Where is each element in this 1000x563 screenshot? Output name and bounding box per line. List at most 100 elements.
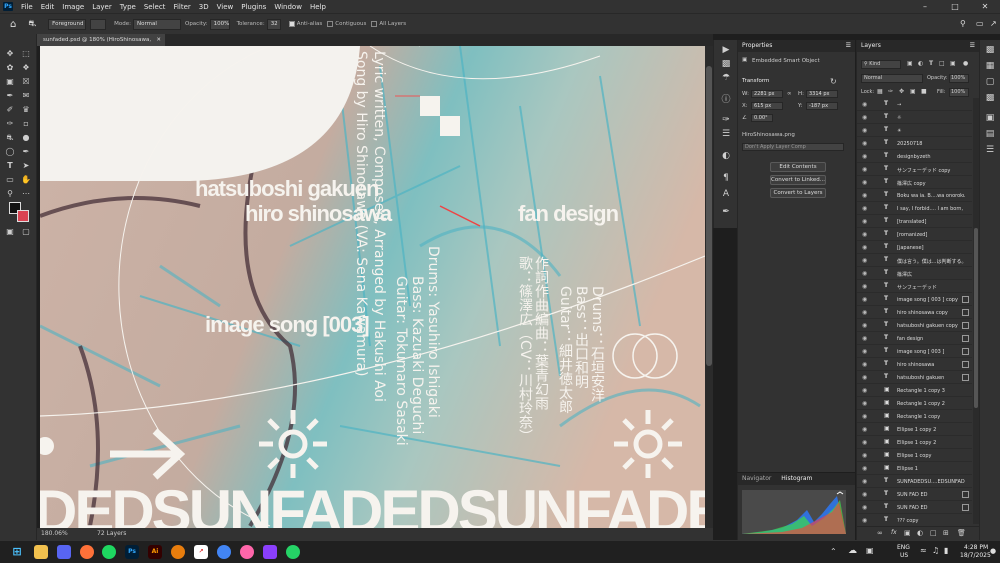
filter-shape-icon[interactable]: □ [939, 60, 945, 67]
volume-icon[interactable]: ♫ [932, 546, 939, 555]
layer-effects-icon[interactable] [962, 296, 969, 303]
minimize-icon[interactable]: – [910, 0, 940, 13]
layer-row[interactable]: ◉ T [translated] [857, 215, 972, 228]
layer-effects-icon[interactable] [962, 322, 969, 329]
layer-row[interactable]: ◉ Timage song [ 003 ] [857, 345, 972, 358]
layer-name[interactable]: Boku wa ia. B....wa onoroku. B [897, 193, 965, 199]
layer-name[interactable]: 僕は言う。僕は...は判断する。 [897, 258, 965, 265]
paint-bucket-icon[interactable]: ⛐ [28, 19, 36, 30]
canvas-vertical-scrollbar[interactable] [705, 46, 713, 528]
reset-transform-icon[interactable]: ↻ [830, 77, 837, 86]
visibility-eye-icon[interactable]: ◉ [862, 504, 867, 511]
menu-view[interactable]: View [213, 3, 238, 11]
visibility-eye-icon[interactable]: ◉ [862, 491, 867, 498]
layer-row[interactable]: ◉ T 20250718 [857, 137, 972, 150]
fill-input[interactable]: 100% [949, 88, 969, 97]
home-icon[interactable]: ⌂ [10, 19, 16, 30]
visibility-eye-icon[interactable]: ◉ [862, 452, 867, 459]
layer-effects-icon[interactable] [962, 374, 969, 381]
layer-row[interactable]: ◉ ▣ Rectangle 1 copy 3 [857, 384, 972, 397]
layer-row[interactable]: ◉ ▣ Ellipse 1 copy [857, 449, 972, 462]
layer-row[interactable]: ◉ T 篠澤広 [857, 267, 972, 280]
path-select-tool-icon[interactable]: ➤ [20, 160, 32, 172]
layer-name[interactable]: 篠澤広 [897, 271, 965, 278]
filter-pixel-icon[interactable]: ▣ [907, 60, 913, 67]
layer-row[interactable]: ◉ T SUN FAD ED [857, 501, 972, 514]
pen-tool-icon[interactable]: ✒ [20, 146, 32, 158]
glyphs-icon[interactable]: ✒ [720, 206, 732, 218]
layer-name[interactable]: hiro shinosawa [897, 362, 965, 368]
layer-row[interactable]: ◉ Tfan design [857, 332, 972, 345]
layer-row[interactable]: ◉ T SUN FAD ED [857, 488, 972, 501]
visibility-eye-icon[interactable]: ◉ [862, 322, 867, 329]
layer-row[interactable]: ◉ Thiro shinosawa copy [857, 306, 972, 319]
healing-tool-icon[interactable]: ✉ [20, 90, 32, 102]
layer-row[interactable]: ◉ T 篠澤広 copy [857, 176, 972, 189]
windows-start-icon[interactable]: ⊞ [10, 545, 24, 559]
layer-effects-icon[interactable] [962, 335, 969, 342]
visibility-eye-icon[interactable]: ◉ [862, 192, 867, 199]
layer-name[interactable]: → [897, 102, 965, 108]
history-panel-icon[interactable]: ☰ [984, 144, 996, 156]
layer-name[interactable]: SUN FAD ED [897, 492, 965, 498]
lock-pixels-icon[interactable]: ▦ [877, 88, 883, 95]
layer-style-icon[interactable]: fx [891, 529, 897, 536]
layer-name[interactable]: Ellipse 1 copy 2 [897, 427, 965, 433]
share-icon[interactable]: ↗ [990, 19, 997, 28]
visibility-eye-icon[interactable]: ◉ [862, 114, 867, 121]
filter-toggle-icon[interactable]: ● [963, 60, 968, 67]
eyedropper-tool-icon[interactable]: ✒ [4, 90, 16, 102]
firefox-icon[interactable] [80, 545, 94, 559]
plugin-icon[interactable]: ☂ [720, 72, 732, 84]
osu-icon[interactable] [240, 545, 254, 559]
layers-menu-icon[interactable]: ☰ [970, 40, 975, 52]
document-canvas[interactable]: hatsuboshi gakuen hiro shinosawa fan des… [40, 46, 705, 528]
type-tool-icon[interactable]: T [4, 160, 16, 172]
layer-row[interactable]: ◉ ▣ Ellipse 1 copy 2 [857, 423, 972, 436]
layers-scroll-thumb[interactable] [974, 228, 978, 408]
visibility-eye-icon[interactable]: ◉ [862, 179, 867, 186]
brush-tool-icon[interactable]: ✐ [4, 104, 16, 116]
visibility-eye-icon[interactable]: ◉ [862, 218, 867, 225]
color-panel-icon[interactable]: ▩ [984, 44, 996, 56]
layer-name[interactable]: [romanized] [897, 232, 965, 238]
opacity-input[interactable]: 100% [209, 18, 230, 30]
visibility-eye-icon[interactable]: ◉ [862, 426, 867, 433]
phone-link-icon[interactable]: ▣ [866, 546, 874, 555]
link-layers-icon[interactable]: ∞ [877, 529, 883, 537]
layer-name[interactable]: ☀ [897, 128, 965, 134]
visibility-eye-icon[interactable]: ◉ [862, 270, 867, 277]
all-layers-checkbox[interactable] [371, 21, 378, 27]
gradients-panel-icon[interactable]: ▢ [984, 76, 996, 88]
layer-row[interactable]: ◉ T SUNFADEDSU....EDSUNFADED [857, 475, 972, 488]
layers-tab[interactable]: Layers ☰ [857, 40, 979, 52]
layer-name[interactable]: SUN FAD ED [897, 505, 965, 511]
visibility-eye-icon[interactable]: ◉ [862, 153, 867, 160]
layer-name[interactable]: Ellipse 1 copy [897, 453, 965, 459]
layer-name[interactable]: Ellipse 1 copy 2 [897, 440, 965, 446]
swatches-panel-icon[interactable]: ▦ [984, 60, 996, 72]
visibility-eye-icon[interactable]: ◉ [862, 101, 867, 108]
layer-name[interactable]: image song [ 003 ] [897, 349, 965, 355]
visibility-eye-icon[interactable]: ◉ [862, 413, 867, 420]
layer-name[interactable]: 篠澤広 copy [897, 180, 965, 187]
quick-mask-icon[interactable]: ▣ [4, 226, 16, 238]
menu-layer[interactable]: Layer [88, 3, 116, 11]
menu-3d[interactable]: 3D [195, 3, 213, 11]
visibility-eye-icon[interactable]: ◉ [862, 387, 867, 394]
layer-row[interactable]: ◉ ▣ Rectangle 1 copy 2 [857, 397, 972, 410]
illustrator-taskbar-icon[interactable]: Ai [148, 545, 162, 559]
layer-comp-select[interactable]: Don't Apply Layer Comp [742, 143, 844, 151]
layer-row[interactable]: ◉ T I say, I forbid.... I am born, I f [857, 202, 972, 215]
menu-type[interactable]: Type [116, 3, 140, 11]
quick-select-tool-icon[interactable]: ❖ [20, 62, 32, 74]
convert-to-layers-button[interactable]: Convert to Layers [770, 188, 826, 198]
visibility-eye-icon[interactable]: ◉ [862, 231, 867, 238]
cloud-icon[interactable]: ☁ [848, 546, 857, 556]
stamp-tool-icon[interactable]: ♛ [20, 104, 32, 116]
visibility-eye-icon[interactable]: ◉ [862, 517, 867, 524]
pattern-select[interactable] [90, 18, 107, 30]
layer-name[interactable]: ☼ [897, 115, 965, 121]
menu-filter[interactable]: Filter [169, 3, 194, 11]
layer-effects-icon[interactable] [962, 361, 969, 368]
